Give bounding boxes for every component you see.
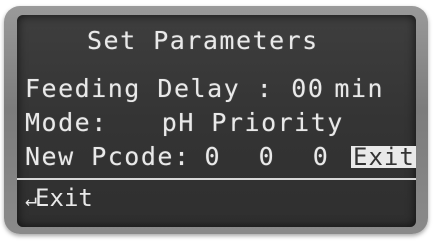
- feeding-delay-unit: min: [334, 74, 385, 103]
- exit-selected-button[interactable]: Exit: [351, 145, 416, 169]
- mode-value[interactable]: pH Priority: [162, 108, 344, 137]
- mode-label: Mode:: [25, 108, 108, 137]
- feeding-delay-label: Feeding Delay :: [25, 74, 274, 103]
- footer-exit-button[interactable]: ↵Exit: [25, 184, 93, 213]
- new-pcode-label: New Pcode:: [25, 142, 191, 171]
- mode-row[interactable]: Mode: pH Priority: [25, 108, 344, 138]
- screen-title: Set Parameters: [87, 26, 319, 55]
- feeding-delay-row[interactable]: Feeding Delay : 00 min: [25, 74, 384, 104]
- new-pcode-row[interactable]: New Pcode: 0 0 0 0: [25, 142, 394, 172]
- feeding-delay-value[interactable]: 00: [291, 74, 324, 103]
- footer-divider: [17, 178, 416, 180]
- footer-exit-label: Exit: [35, 184, 93, 212]
- return-arrow-icon: ↵: [25, 187, 37, 211]
- lcd-screen: Set Parameters Feeding Delay : 00 min Mode…: [17, 15, 416, 227]
